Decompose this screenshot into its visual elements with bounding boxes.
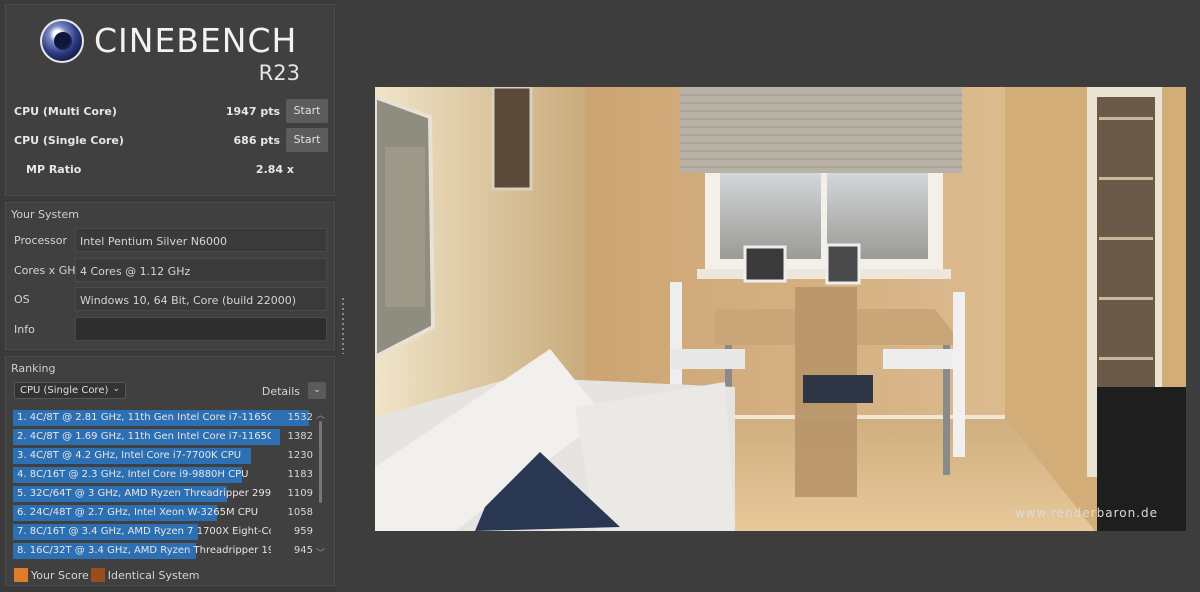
ranking-row[interactable]: 4. 8C/16T @ 2.3 GHz, Intel Core i9-9880H… bbox=[13, 466, 313, 485]
system-row-processor: Processor Intel Pentium Silver N6000 bbox=[8, 228, 328, 252]
system-key: OS bbox=[14, 293, 30, 306]
chevron-down-icon[interactable]: ﹀ bbox=[316, 546, 325, 559]
ranking-row-label: 7. 8C/16T @ 3.4 GHz, AMD Ryzen 7 1700X E… bbox=[17, 526, 271, 537]
cores-field: 4 Cores @ 1.12 GHz bbox=[75, 258, 327, 282]
system-panel: Your System Processor Intel Pentium Silv… bbox=[5, 202, 335, 350]
mp-ratio-label: MP Ratio bbox=[26, 163, 82, 176]
render-watermark: www.renderbaron.de bbox=[1015, 506, 1158, 520]
ranking-row[interactable]: 1. 4C/8T @ 2.81 GHz, 11th Gen Intel Core… bbox=[13, 409, 313, 428]
score-label: CPU (Multi Core) bbox=[14, 105, 117, 118]
system-row-os: OS Windows 10, 64 Bit, Core (build 22000… bbox=[8, 287, 328, 311]
system-title: Your System bbox=[11, 208, 79, 221]
ranking-row-label: 8. 16C/32T @ 3.4 GHz, AMD Ryzen Threadri… bbox=[17, 545, 271, 556]
ranking-row-label: 4. 8C/16T @ 2.3 GHz, Intel Core i9-9880H… bbox=[17, 469, 249, 480]
score-label: CPU (Single Core) bbox=[14, 134, 124, 147]
os-field: Windows 10, 64 Bit, Core (build 22000) bbox=[75, 287, 327, 311]
score-row-single-core: CPU (Single Core) 686 pts Start bbox=[14, 128, 328, 152]
app-version: R23 bbox=[258, 61, 300, 85]
start-single-core-button[interactable]: Start bbox=[286, 128, 328, 152]
system-key: Info bbox=[14, 323, 35, 336]
ranking-row-label: 6. 24C/48T @ 2.7 GHz, Intel Xeon W-3265M… bbox=[17, 507, 259, 518]
left-panel: CINEBENCH R23 CPU (Multi Core) 1947 pts … bbox=[0, 0, 337, 592]
score-value: 1947 pts bbox=[225, 105, 280, 118]
system-key: Processor bbox=[14, 234, 67, 247]
ranking-row[interactable]: 6. 24C/48T @ 2.7 GHz, Intel Xeon W-3265M… bbox=[13, 504, 313, 523]
ranking-panel: Ranking CPU (Single Core) ⌄ Details ⌄ 1.… bbox=[5, 356, 335, 586]
legend-label: Your Score bbox=[31, 569, 89, 582]
system-row-cores: Cores x GHz 4 Cores @ 1.12 GHz bbox=[8, 258, 328, 282]
ranking-row-label: 5. 32C/64T @ 3 GHz, AMD Ryzen Threadripp… bbox=[17, 488, 271, 499]
ranking-list: 1. 4C/8T @ 2.81 GHz, 11th Gen Intel Core… bbox=[13, 409, 313, 561]
chevron-up-icon[interactable]: ︿ bbox=[316, 408, 325, 421]
ranking-row[interactable]: 8. 16C/32T @ 3.4 GHz, AMD Ryzen Threadri… bbox=[13, 542, 313, 561]
ranking-row-score: 1058 bbox=[287, 507, 313, 518]
score-value: 686 pts bbox=[233, 134, 280, 147]
ranking-row[interactable]: 3. 4C/8T @ 4.2 GHz, Intel Core i7-7700K … bbox=[13, 447, 313, 466]
score-row-multi-core: CPU (Multi Core) 1947 pts Start bbox=[14, 99, 328, 123]
legend-swatch bbox=[14, 568, 28, 582]
info-field[interactable] bbox=[75, 317, 327, 341]
processor-field: Intel Pentium Silver N6000 bbox=[75, 228, 327, 252]
rendered-room-image: www.renderbaron.de bbox=[375, 87, 1186, 531]
mp-ratio-value: 2.84 x bbox=[255, 163, 294, 176]
system-key: Cores x GHz bbox=[14, 264, 82, 277]
details-toggle-button[interactable]: ⌄ bbox=[308, 382, 326, 399]
ranking-row-score: 945 bbox=[293, 545, 313, 556]
legend-item: Identical System bbox=[90, 568, 200, 582]
legend-label: Identical System bbox=[107, 569, 200, 582]
ranking-row-score: 959 bbox=[293, 526, 313, 537]
ranking-row-score: 1109 bbox=[287, 488, 313, 499]
chevron-down-icon: ⌄ bbox=[112, 384, 120, 394]
legend-swatch bbox=[90, 568, 105, 582]
ranking-legend: Your Score Identical System bbox=[14, 568, 202, 582]
cinebench-logo-icon bbox=[40, 19, 84, 63]
details-label: Details bbox=[261, 385, 300, 398]
ranking-scrollbar[interactable] bbox=[319, 421, 322, 503]
panel-resize-handle[interactable] bbox=[342, 298, 344, 354]
system-row-info: Info bbox=[8, 317, 328, 341]
ranking-row-score: 1382 bbox=[287, 431, 313, 442]
ranking-row[interactable]: 7. 8C/16T @ 3.4 GHz, AMD Ryzen 7 1700X E… bbox=[13, 523, 313, 542]
ranking-row-label: 2. 4C/8T @ 1.69 GHz, 11th Gen Intel Core… bbox=[17, 431, 271, 442]
ranking-row[interactable]: 5. 32C/64T @ 3 GHz, AMD Ryzen Threadripp… bbox=[13, 485, 313, 504]
render-viewport: www.renderbaron.de bbox=[375, 87, 1186, 531]
ranking-title: Ranking bbox=[11, 362, 56, 375]
ranking-type-dropdown[interactable]: CPU (Single Core) ⌄ bbox=[14, 382, 126, 399]
scores-panel: CINEBENCH R23 CPU (Multi Core) 1947 pts … bbox=[5, 4, 335, 196]
ranking-row-label: 1. 4C/8T @ 2.81 GHz, 11th Gen Intel Core… bbox=[17, 412, 271, 423]
ranking-row[interactable]: 2. 4C/8T @ 1.69 GHz, 11th Gen Intel Core… bbox=[13, 428, 313, 447]
ranking-row-score: 1230 bbox=[287, 450, 313, 461]
ranking-row-label: 3. 4C/8T @ 4.2 GHz, Intel Core i7-7700K … bbox=[17, 450, 242, 461]
legend-item: Your Score bbox=[14, 568, 89, 582]
ranking-row-score: 1532 bbox=[287, 412, 313, 423]
start-multi-core-button[interactable]: Start bbox=[286, 99, 328, 123]
ranking-row-score: 1183 bbox=[287, 469, 313, 480]
app-title: CINEBENCH bbox=[94, 21, 298, 60]
dropdown-value: CPU (Single Core) bbox=[20, 385, 109, 396]
